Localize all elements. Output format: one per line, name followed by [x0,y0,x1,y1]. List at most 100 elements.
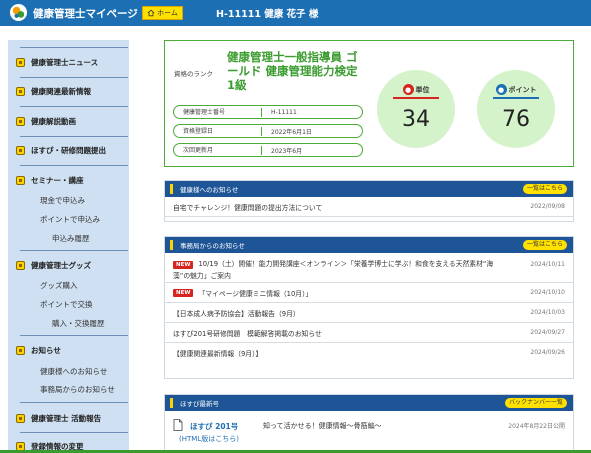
user-notice-box: 健康様へのお知らせ 一覧はこちら 自宅でチャレンジ！健康問題の提出方法について … [164,180,574,222]
sidebar-item-notices[interactable]: お知らせ [16,338,129,362]
hospi-headline: 知って活かせる！健康情報〜骨筋編〜 [263,422,382,430]
units-underline [393,97,439,99]
home-icon [147,9,155,17]
person-icon: ● [495,84,507,95]
new-badge: NEW [173,288,194,297]
office-notice-title: 事務局からのお知らせ [180,242,245,250]
megaphone-icon [16,86,25,96]
sidebar-subitem-apply-history[interactable]: 申込み履歴 [52,233,90,244]
film-icon [16,116,25,126]
list-item[interactable]: 【健康関連最新情報（9月）】 2024/09/26 [165,343,573,363]
sidebar-item-seminar[interactable]: セミナー・講座 [16,168,129,192]
notice-date: 2024/10/11 [530,261,565,268]
points-title: ● ポイント [477,84,555,95]
sidebar-subitem-point-exchange[interactable]: ポイントで交換 [40,299,93,310]
sidebar-item-label: ほすぴ・研修問題提出 [31,145,106,155]
user-info: H-11111 健康 花子 様 [216,9,319,20]
list-item[interactable]: NEW 「マイページ健康ミニ情報（10月）」 2024/10/10 [165,283,573,303]
points-value: 76 [502,107,530,132]
sidebar-divider [20,250,128,251]
speech-icon [16,413,25,423]
new-badge: NEW [173,261,194,269]
sidebar-divider [20,77,128,78]
notice-text: 10/19（土）開催！能力開発講座＜オンライン＞「栄養学博士に学ぶ！和食を支える… [173,260,494,280]
sidebar-item-hospi[interactable]: ほすぴ・研修問題提出 [16,138,129,162]
rank-label: 資格のランク [174,70,213,78]
notice-text: 【日本成人病予防協会】活動報告（9月） [173,309,300,318]
notice-text: 【健康関連最新情報（9月）】 [173,350,263,358]
sidebar-divider [20,136,128,137]
sidebar-item-label: セミナー・講座 [31,175,84,185]
heading-bar [170,240,173,250]
sidebar-item-label: 健康解説動画 [31,116,76,126]
sidebar-item-label: 健康関連最新情報 [31,86,91,96]
notice-icon [16,345,25,355]
sidebar-item-label: 健康管理士グッズ [31,260,91,270]
sidebar-item-news[interactable]: 健康管理士ニュース [16,50,129,74]
sidebar-divider [20,402,128,403]
hospi-entry: ほすぴ 201号 知って活かせる！健康情報〜骨筋編〜 2024年8月22日公開 … [165,411,573,449]
site-title[interactable]: 健康管理士マイページ [33,6,138,21]
field-value: H-11111 [271,108,297,116]
sidebar-divider [20,106,128,107]
office-notice-box: 事務局からのお知らせ 一覧はこちら NEW 10/19（土）開催！能力開発講座＜オ… [164,236,574,379]
html-version-link[interactable]: (HTML版はこちら) [179,434,239,444]
sidebar: 健康管理士ニュース 健康関連最新情報 健康解説動画 ほすぴ・研修問題提出 セミナ… [8,40,129,453]
notice-text: 自宅でチャレンジ！健康問題の提出方法について [173,203,323,212]
field-value: 2023年6月 [271,147,303,155]
units-value: 34 [402,107,430,132]
sidebar-divider [20,335,128,336]
sidebar-divider [20,432,128,433]
heading-bar [170,184,173,194]
sidebar-subitem-point-apply[interactable]: ポイントで申込み [40,214,100,225]
logo-icon[interactable] [9,3,28,22]
sidebar-subitem-exchange-history[interactable]: 購入・交換履歴 [52,318,105,329]
user-notice-title: 健康様へのお知らせ [180,186,239,194]
cart-icon [16,260,25,270]
registration-date-row: 資格登録日 2022年6月1日 [173,124,363,138]
hospi-issue-link[interactable]: ほすぴ 201号 [190,421,238,432]
sidebar-item-label: お知らせ [31,345,61,355]
sidebar-subitem-goods-buy[interactable]: グッズ購入 [40,280,78,291]
notice-date: 2024/09/26 [530,349,565,356]
sidebar-item-activity-report[interactable]: 健康管理士 活動報告 [16,406,129,430]
sidebar-divider [20,165,128,166]
book-icon [16,145,25,155]
hospi-header: ほすぴ最新号 バックナンバー一覧 [165,395,573,411]
user-notice-more-button[interactable]: 一覧はこちら [522,184,567,194]
sidebar-item-videos[interactable]: 健康解説動画 [16,109,129,133]
notice-text: 「マイページ健康ミニ情報（10月）」 [198,289,313,298]
list-item[interactable]: ほすぴ201号研修問題 模範解答掲載のお知らせ 2024/09/27 [165,323,573,343]
hospi-box: ほすぴ最新号 バックナンバー一覧 ほすぴ 201号 知って活かせる！健康情報〜骨… [164,394,574,450]
sidebar-subitem-office-notices[interactable]: 事務局からのお知らせ [40,384,115,395]
notice-date: 2024/10/10 [530,289,565,296]
notice-date: 2024/09/27 [530,329,565,336]
sidebar-item-label: 健康管理士 活動報告 [31,413,102,423]
member-number-row: 健康管理士番号 H-11111 [173,105,363,119]
list-item[interactable]: 自宅でチャレンジ！健康問題の提出方法について 2022/09/08 [165,197,573,217]
notice-text: NEW 10/19（土）開催！能力開発講座＜オンライン＞「栄養学博士に学ぶ！和食を… [173,259,501,282]
list-item[interactable]: 【日本成人病予防協会】活動報告（9月） 2024/10/03 [165,303,573,323]
user-notice-header: 健康様へのお知らせ 一覧はこちら [165,181,573,197]
office-notice-header: 事務局からのお知らせ 一覧はこちら [165,237,573,253]
home-button-label: ホーム [157,9,178,17]
list-item[interactable]: NEW 10/19（土）開催！能力開発講座＜オンライン＞「栄養学博士に学ぶ！和食を… [165,253,573,283]
units-title: ● 単位 [377,84,455,95]
heading-bar [170,398,173,408]
sidebar-item-label: 健康管理士ニュース [31,57,99,67]
sidebar-item-goods[interactable]: 健康管理士グッズ [16,253,129,277]
field-key: 資格登録日 [174,126,262,136]
pdf-document-icon [173,419,183,431]
sidebar-item-latest-info[interactable]: 健康関連最新情報 [16,79,129,103]
header-bar: 健康管理士マイページ ホーム H-11111 健康 花子 様 [0,0,591,26]
home-button[interactable]: ホーム [142,6,183,20]
person-icon: ● [402,84,414,95]
sidebar-subitem-user-notices[interactable]: 健康様へのお知らせ [40,366,107,377]
rank-panel: 資格のランク 健康管理士一般指導員 ゴールド 健康管理能力検定1級 健康管理士番… [164,40,574,167]
sidebar-subitem-cash-apply[interactable]: 現金で申込み [40,195,85,206]
back-number-button[interactable]: バックナンバー一覧 [504,398,567,408]
points-label: ポイント [508,85,537,94]
points-underline [493,97,539,99]
notice-text: ほすぴ201号研修問題 模範解答掲載のお知らせ [173,329,322,338]
office-notice-more-button[interactable]: 一覧はこちら [522,240,567,250]
